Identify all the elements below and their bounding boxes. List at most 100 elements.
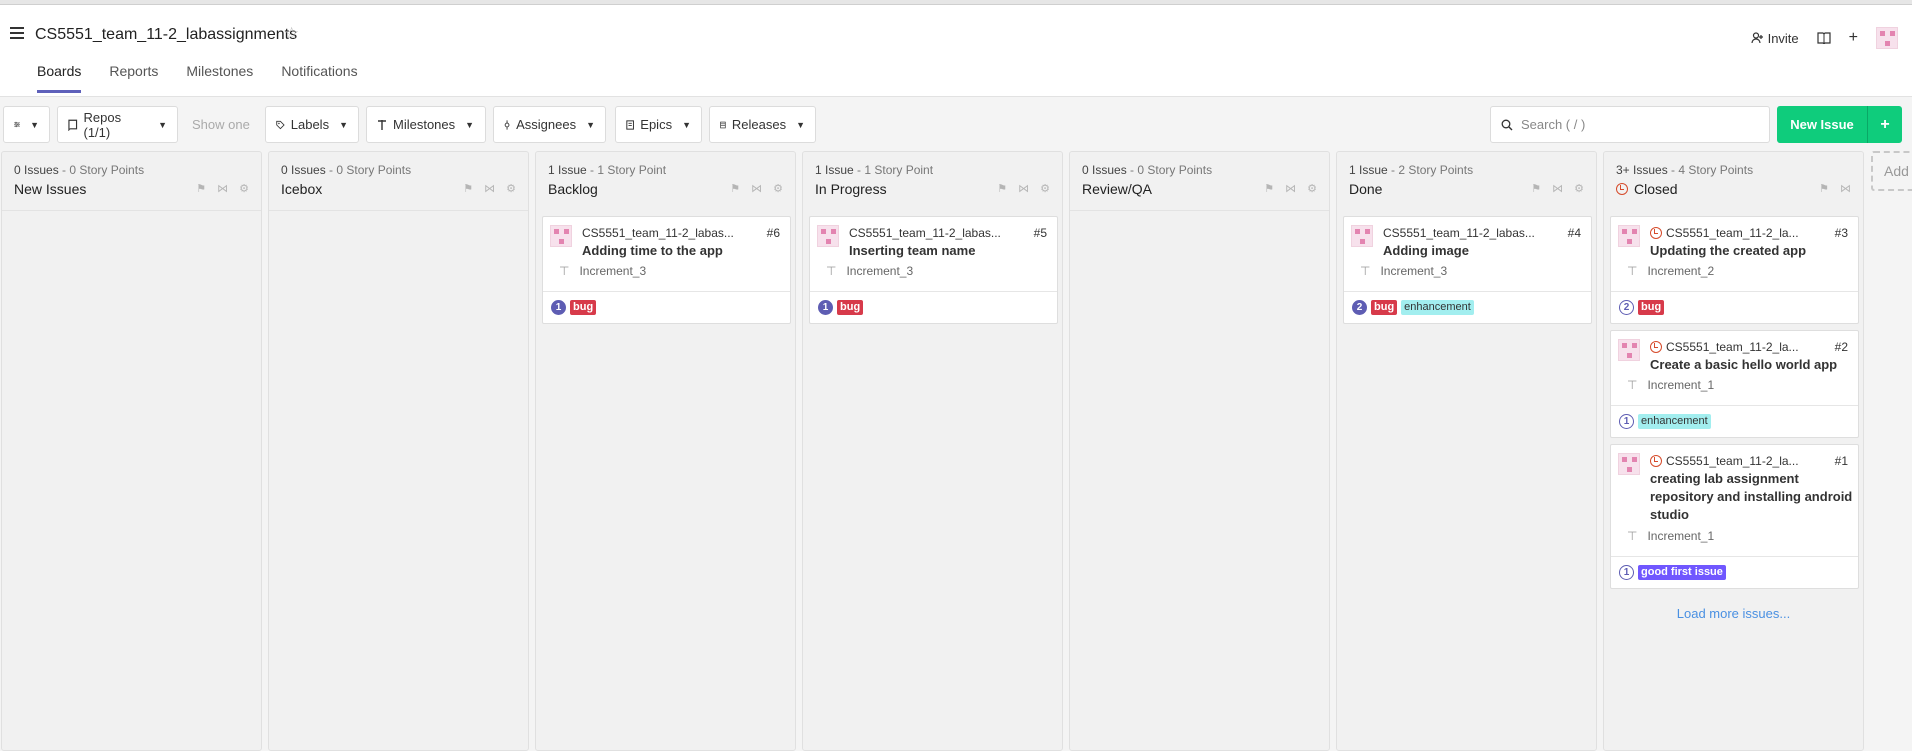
project-title[interactable]: CS5551_team_11-2_labassignments bbox=[35, 26, 297, 44]
flag-icon[interactable]: ⚑ bbox=[1819, 182, 1829, 195]
column-story-points: - 0 Story Points bbox=[325, 163, 412, 177]
estimate-badge[interactable]: 1 bbox=[1619, 414, 1634, 429]
issue-card[interactable]: CS5551_team_11-2_labas... #5 Inserting t… bbox=[809, 216, 1058, 324]
gear-icon[interactable]: ⚙ bbox=[1307, 182, 1317, 195]
issue-title[interactable]: Create a basic hello world app bbox=[1650, 356, 1855, 374]
estimate-badge[interactable]: 1 bbox=[1619, 565, 1634, 580]
assignees-filter[interactable]: Assignees ▼ bbox=[493, 106, 606, 143]
flag-icon[interactable]: ⚑ bbox=[730, 182, 740, 195]
book-icon[interactable] bbox=[1817, 32, 1831, 44]
gear-icon[interactable]: ⚙ bbox=[1574, 182, 1584, 195]
avatar bbox=[817, 225, 839, 247]
flag-icon[interactable]: ⚑ bbox=[1264, 182, 1274, 195]
labels-filter[interactable]: Labels ▼ bbox=[265, 106, 359, 143]
milestone-label: Increment_2 bbox=[1647, 264, 1715, 278]
new-issue-button[interactable]: New Issue + bbox=[1777, 106, 1902, 143]
issue-card[interactable]: CS5551_team_11-2_labas... #4 Adding imag… bbox=[1343, 216, 1592, 324]
gear-icon[interactable]: ⚙ bbox=[239, 182, 249, 195]
new-issue-dropdown-icon[interactable]: + bbox=[1868, 106, 1902, 143]
issue-title[interactable]: Adding image bbox=[1383, 242, 1588, 260]
chevron-down-icon: ▼ bbox=[682, 119, 691, 130]
add-column-button[interactable]: Add bbox=[1871, 151, 1912, 191]
tab-milestones[interactable]: Milestones bbox=[174, 63, 265, 93]
label-bug[interactable]: bug bbox=[570, 300, 597, 315]
chevron-down-icon: ▼ bbox=[158, 119, 167, 130]
repo-line: CS5551_team_11-2_la... bbox=[1650, 340, 1799, 354]
plus-icon[interactable]: + bbox=[1849, 29, 1858, 47]
column-title[interactable]: Review/QA bbox=[1082, 181, 1152, 197]
gear-icon[interactable]: ⚙ bbox=[1040, 182, 1050, 195]
label-enhancement[interactable]: enhancement bbox=[1638, 414, 1711, 429]
issue-title[interactable]: Updating the created app bbox=[1650, 242, 1855, 260]
column-title[interactable]: Backlog bbox=[548, 181, 598, 197]
column-title[interactable]: Done bbox=[1349, 181, 1382, 197]
issue-card[interactable]: CS5551_team_11-2_la... #1 creating lab a… bbox=[1610, 444, 1859, 589]
gear-icon[interactable]: ⚙ bbox=[773, 182, 783, 195]
add-user-icon bbox=[1750, 32, 1763, 44]
flag-icon[interactable]: ⚑ bbox=[997, 182, 1007, 195]
label-bug[interactable]: bug bbox=[1638, 300, 1665, 315]
gear-icon[interactable]: ⚙ bbox=[506, 182, 516, 195]
issue-title[interactable]: creating lab assignment repository and i… bbox=[1650, 470, 1855, 524]
column-title-wrap[interactable]: Closed bbox=[1616, 181, 1678, 197]
tab-boards[interactable]: Boards bbox=[25, 63, 93, 93]
issue-title[interactable]: Adding time to the app bbox=[582, 242, 787, 260]
header-actions: Invite + bbox=[1750, 27, 1898, 49]
tab-notifications[interactable]: Notifications bbox=[269, 63, 369, 93]
label-bug[interactable]: bug bbox=[837, 300, 864, 315]
collapse-icon[interactable]: ⋈ bbox=[751, 182, 762, 195]
issue-number: #3 bbox=[1834, 226, 1848, 240]
issue-card[interactable]: CS5551_team_11-2_labas... #6 Adding time… bbox=[542, 216, 791, 324]
invite-label: Invite bbox=[1767, 30, 1799, 46]
estimate-badge[interactable]: 1 bbox=[551, 300, 566, 315]
collapse-icon[interactable]: ⋈ bbox=[1552, 182, 1563, 195]
milestone: ⊤ Increment_3 bbox=[559, 264, 646, 278]
flag-icon[interactable]: ⚑ bbox=[196, 182, 206, 195]
card-footer: 2 bug bbox=[1611, 291, 1858, 323]
epics-filter[interactable]: Epics ▼ bbox=[615, 106, 702, 143]
estimate-badge[interactable]: 2 bbox=[1352, 300, 1367, 315]
search-input[interactable] bbox=[1521, 117, 1741, 132]
collapse-icon[interactable]: ⋈ bbox=[1018, 182, 1029, 195]
issue-number: #1 bbox=[1834, 454, 1848, 468]
column-title[interactable]: New Issues bbox=[14, 181, 86, 197]
tab-reports[interactable]: Reports bbox=[97, 63, 170, 93]
column-meta: 0 Issues - 0 Story Points bbox=[14, 163, 144, 177]
avatar bbox=[550, 225, 572, 247]
issue-card[interactable]: CS5551_team_11-2_la... #3 Updating the c… bbox=[1610, 216, 1859, 324]
show-one-button[interactable]: Show one bbox=[182, 106, 262, 143]
sliders-icon bbox=[14, 121, 21, 128]
column-title[interactable]: In Progress bbox=[815, 181, 887, 197]
milestone: ⊤ Increment_1 bbox=[1627, 378, 1714, 392]
collapse-icon[interactable]: ⋈ bbox=[484, 182, 495, 195]
column-title[interactable]: Icebox bbox=[281, 181, 322, 197]
chevron-down-icon: ▼ bbox=[586, 119, 595, 130]
issue-title[interactable]: Inserting team name bbox=[849, 242, 1054, 260]
releases-filter[interactable]: Releases ▼ bbox=[709, 106, 816, 143]
collapse-icon[interactable]: ⋈ bbox=[217, 182, 228, 195]
repos-filter[interactable]: Repos (1/1) ▼ bbox=[57, 106, 178, 143]
collapse-icon[interactable]: ⋈ bbox=[1285, 182, 1296, 195]
column-meta: 0 Issues - 0 Story Points bbox=[281, 163, 411, 177]
flag-icon[interactable]: ⚑ bbox=[463, 182, 473, 195]
label-bug[interactable]: bug bbox=[1371, 300, 1398, 315]
label-enhancement[interactable]: enhancement bbox=[1401, 300, 1474, 315]
menu-icon[interactable] bbox=[10, 27, 24, 39]
collapse-icon[interactable]: ⋈ bbox=[1840, 182, 1851, 195]
repos-filter-label: Repos (1/1) bbox=[83, 109, 122, 140]
board-settings-button[interactable]: ▼ bbox=[3, 106, 50, 143]
invite-button[interactable]: Invite bbox=[1750, 30, 1799, 46]
repo-name: CS5551_team_11-2_la... bbox=[1666, 340, 1799, 354]
new-issue-label[interactable]: New Issue bbox=[1777, 106, 1868, 143]
issue-card[interactable]: CS5551_team_11-2_la... #2 Create a basic… bbox=[1610, 330, 1859, 438]
star-icon[interactable]: ☆ bbox=[284, 24, 299, 44]
column-issue-count: 0 Issues bbox=[14, 163, 59, 177]
label-good-first-issue[interactable]: good first issue bbox=[1638, 565, 1726, 580]
search-box[interactable] bbox=[1490, 106, 1770, 143]
user-avatar[interactable] bbox=[1876, 27, 1898, 49]
milestones-filter[interactable]: Milestones ▼ bbox=[366, 106, 486, 143]
estimate-badge[interactable]: 2 bbox=[1619, 300, 1634, 315]
load-more-link[interactable]: Load more issues... bbox=[1604, 606, 1863, 621]
flag-icon[interactable]: ⚑ bbox=[1531, 182, 1541, 195]
estimate-badge[interactable]: 1 bbox=[818, 300, 833, 315]
